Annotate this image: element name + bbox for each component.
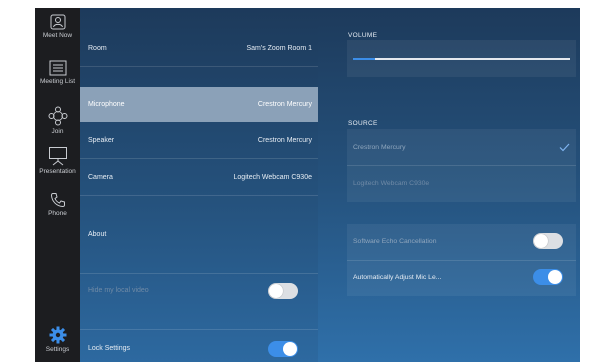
about-label: About: [88, 231, 107, 238]
nav-item-settings[interactable]: Settings: [35, 326, 80, 353]
microphone-label: Microphone: [88, 101, 125, 108]
settings-row-microphone[interactable]: Microphone Crestron Mercury: [80, 87, 318, 122]
speaker-label: Speaker: [88, 137, 115, 144]
divider: [80, 329, 318, 330]
phone-icon: [50, 193, 65, 208]
nav-item-presentation[interactable]: Presentation: [35, 146, 80, 175]
settings-row-camera[interactable]: Camera Logitech Webcam C930e: [80, 160, 318, 195]
checkmark-icon: [559, 143, 570, 152]
settings-row-room[interactable]: Room Sam's Zoom Room 1: [80, 31, 318, 66]
volume-card: [347, 40, 576, 77]
nav-item-phone[interactable]: Phone: [35, 192, 80, 217]
presentation-icon: [48, 147, 67, 166]
toggle-knob: [283, 342, 297, 356]
source-title: SOURCE: [348, 120, 378, 127]
auto-adjust-mic-toggle[interactable]: [533, 269, 563, 285]
volume-slider-fill: [353, 58, 375, 60]
settings-row-hide-local-video: Hide my local video: [80, 273, 318, 308]
join-icon: [48, 106, 67, 126]
nav-item-label: Presentation: [39, 168, 76, 175]
gear-icon: [49, 326, 66, 344]
nav-item-label: Meet Now: [42, 32, 73, 39]
settings-row-lock-settings: Lock Settings: [80, 331, 318, 362]
hide-local-video-label: Hide my local video: [88, 287, 149, 294]
nav-item-label: Meeting List: [39, 78, 76, 85]
toggle-knob: [548, 270, 562, 284]
settings-list: Room Sam's Zoom Room 1 Microphone Crestr…: [80, 8, 318, 362]
room-value: Sam's Zoom Room 1: [246, 45, 312, 52]
divider: [80, 158, 318, 159]
zoom-room-settings-window: Meet Now Meeting List Join Presentation …: [35, 8, 580, 362]
source-card: Crestron Mercury Logitech Webcam C930e: [347, 129, 576, 202]
camera-value: Logitech Webcam C930e: [233, 174, 312, 181]
microphone-value: Crestron Mercury: [257, 101, 312, 108]
divider: [80, 195, 318, 196]
settings-row-about[interactable]: About: [80, 217, 318, 252]
camera-label: Camera: [88, 174, 113, 181]
nav-rail: Meet Now Meeting List Join Presentation …: [35, 8, 80, 362]
nav-item-label: Join: [51, 128, 64, 135]
source-option[interactable]: Crestron Mercury: [347, 130, 576, 165]
volume-title: VOLUME: [348, 32, 378, 39]
nav-item-label: Settings: [45, 346, 70, 353]
detail-panel: VOLUME SOURCE Crestron Mercury Logitech …: [318, 8, 580, 362]
nav-item-meeting-list[interactable]: Meeting List: [35, 60, 80, 85]
toggle-knob: [534, 234, 548, 248]
auto-adjust-mic-row: Automatically Adjust Mic Le...: [347, 260, 576, 295]
nav-item-join[interactable]: Join: [35, 106, 80, 135]
audio-options-card: Software Echo Cancellation Automatically…: [347, 224, 576, 296]
meeting-list-icon: [49, 60, 66, 76]
lock-settings-label: Lock Settings: [88, 345, 131, 352]
hide-local-video-toggle[interactable]: [268, 283, 298, 299]
source-option[interactable]: Logitech Webcam C930e: [347, 166, 576, 201]
nav-item-label: Phone: [48, 210, 67, 217]
room-label: Room: [88, 45, 107, 52]
divider: [80, 66, 318, 67]
meet-now-icon: [50, 14, 65, 30]
source-option-label: Logitech Webcam C930e: [353, 180, 430, 187]
nav-item-meet-now[interactable]: Meet Now: [35, 14, 80, 39]
volume-slider[interactable]: [353, 58, 570, 60]
source-option-label: Crestron Mercury: [353, 144, 406, 151]
software-echo-toggle[interactable]: [533, 233, 563, 249]
toggle-knob: [269, 284, 283, 298]
lock-settings-toggle[interactable]: [268, 341, 298, 357]
software-echo-row: Software Echo Cancellation: [347, 224, 576, 259]
settings-row-speaker[interactable]: Speaker Crestron Mercury: [80, 123, 318, 158]
auto-adjust-mic-label: Automatically Adjust Mic Le...: [353, 274, 442, 281]
speaker-value: Crestron Mercury: [257, 137, 312, 144]
software-echo-label: Software Echo Cancellation: [353, 238, 437, 245]
